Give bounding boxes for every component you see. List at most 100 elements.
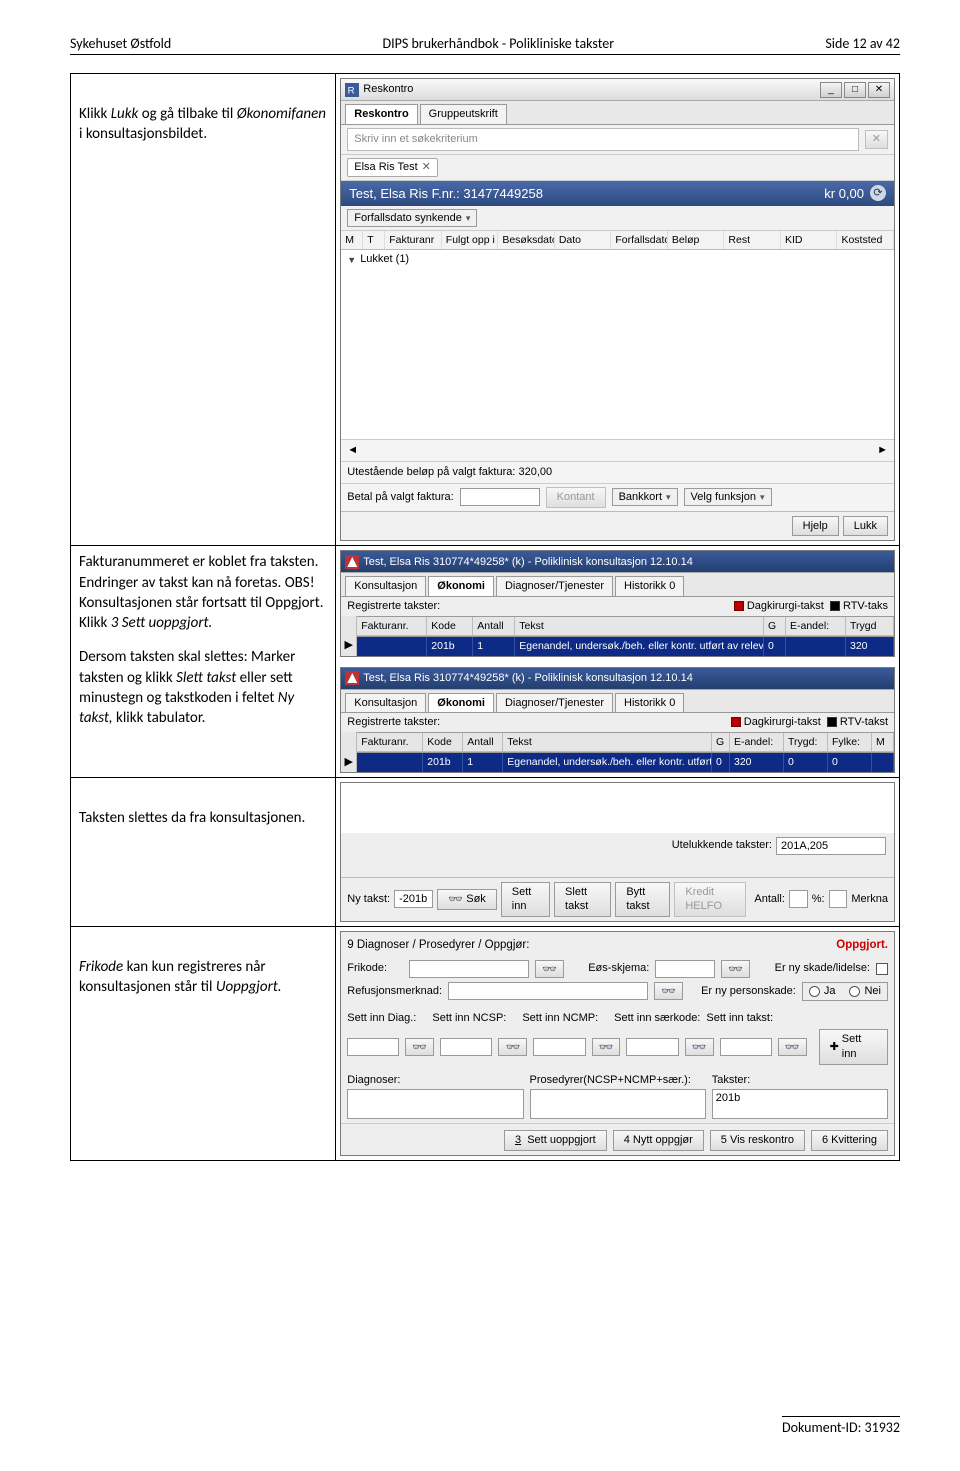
titlebar: Test, Elsa Ris 310774*49258* (k) - Polik… [341, 668, 894, 690]
grid-body [341, 269, 894, 439]
skade-checkbox[interactable] [876, 963, 888, 975]
ncmp-lookup-button[interactable]: 👓 [592, 1038, 621, 1056]
chip-close-icon[interactable]: ✕ [422, 160, 431, 175]
lukk-button[interactable]: Lukk [843, 516, 888, 537]
settinn-button[interactable]: ✚ Sett inn [819, 1029, 888, 1065]
col-antall: Antall [463, 733, 503, 752]
col-besoksdato: Besøksdato [498, 231, 555, 249]
nei-label: Nei [864, 984, 881, 999]
table-row[interactable]: 201b 1 Egenandel, undersøk./beh. eller k… [357, 636, 894, 655]
tab-diagnoser[interactable]: Diagnoser/Tjenester [496, 576, 613, 596]
row-selector-arrow[interactable]: ▶ [341, 752, 357, 771]
chevron-down-icon: ▾ [666, 491, 671, 503]
eos-input[interactable] [655, 960, 715, 978]
cell: 320 [730, 753, 784, 771]
tab-okonomi[interactable]: Økonomi [428, 576, 494, 596]
col-tekst: Tekst [515, 617, 764, 636]
diagnoser-list[interactable] [347, 1089, 523, 1119]
status-oppgjort: Oppgjort. [836, 938, 888, 954]
row-selector-arrow[interactable]: ▶ [341, 636, 357, 655]
vis-reskontro-button[interactable]: 5 Vis reskontro [710, 1130, 805, 1151]
settinn-button[interactable]: Sett inn [501, 882, 550, 918]
instr-cell-3: Taksten slettes da fra konsultasjonen. [71, 777, 336, 927]
velgfunksjon-dropdown[interactable]: Velg funksjon▾ [684, 488, 772, 506]
bankkort-dropdown[interactable]: Bankkort▾ [612, 488, 678, 506]
row-selector [341, 732, 357, 752]
refusjon-lookup-button[interactable]: 👓 [654, 982, 683, 1000]
maximize-button[interactable]: □ [844, 82, 866, 98]
frikode-input[interactable] [409, 960, 529, 978]
frikode-lookup-button[interactable]: 👓 [535, 960, 564, 978]
sok-button[interactable]: 👓Søk [437, 889, 497, 910]
kontant-button[interactable]: Kontant [546, 487, 606, 508]
pay-input[interactable] [460, 488, 540, 506]
app-icon [345, 555, 359, 569]
search-clear-button[interactable]: ✕ [865, 130, 888, 149]
takst-input[interactable] [720, 1038, 772, 1056]
pct-label: %: [812, 892, 825, 907]
table-row[interactable]: 201b 1 Egenandel, undersøk./beh. eller k… [357, 752, 894, 771]
takst-lookup-button[interactable]: 👓 [778, 1038, 807, 1056]
konsultasjon-window-2: Test, Elsa Ris 310774*49258* (k) - Polik… [340, 667, 895, 773]
col-fakturanr: Fakturanr. [357, 733, 423, 752]
nei-radio[interactable] [849, 986, 860, 997]
chevron-down-icon: ▾ [466, 212, 471, 224]
minimize-button[interactable]: _ [820, 82, 842, 98]
hjelp-button[interactable]: Hjelp [792, 516, 839, 537]
rtv-label: RTV-takst [840, 716, 888, 728]
kvittering-button[interactable]: 6 Kvittering [811, 1130, 888, 1151]
tab-gruppeutskrift[interactable]: Gruppeutskrift [420, 104, 507, 124]
bytt-takst-button[interactable]: Bytt takst [615, 882, 670, 918]
text-fragment: i konsultasjonsbildet. [79, 125, 207, 143]
ncsp-lookup-button[interactable]: 👓 [498, 1038, 527, 1056]
tab-okonomi[interactable]: Økonomi [428, 693, 494, 713]
tab-reskontro[interactable]: Reskontro [345, 104, 417, 124]
patient-band-left: Test, Elsa Ris F.nr.: 31477449258 [349, 185, 543, 203]
col-belop: Beløp [668, 231, 725, 249]
slett-takst-button[interactable]: Slett takst [554, 882, 611, 918]
instr-cell-4: Frikode kan kun registreres når konsulta… [71, 927, 336, 1161]
eos-lookup-button[interactable]: 👓 [721, 960, 750, 978]
tab-historikk[interactable]: Historikk 0 [615, 693, 684, 713]
refresh-icon[interactable]: ⟳ [870, 185, 886, 201]
tab-konsultasjon[interactable]: Konsultasjon [345, 693, 426, 713]
dagkirurgi-label: Dagkirurgi-takst [744, 716, 821, 728]
saer-input[interactable] [626, 1038, 678, 1056]
sort-dropdown[interactable]: Forfallsdato synkende ▾ [347, 209, 477, 227]
ncmp-input[interactable] [533, 1038, 585, 1056]
page-header: Sykehuset Østfold DIPS brukerhåndbok - P… [70, 35, 900, 55]
text-fragment: Klikk [79, 105, 111, 123]
ute-input[interactable]: 201A,205 [776, 837, 886, 855]
ncsp-input[interactable] [440, 1038, 492, 1056]
diag-lookup-button[interactable]: 👓 [405, 1038, 434, 1056]
cell: 0 [764, 637, 786, 655]
hdr-center: DIPS brukerhåndbok - Polikliniske takste… [382, 35, 614, 52]
pct-input[interactable] [829, 890, 848, 908]
tree-row-lukket[interactable]: ▼ Lukket (1) [341, 250, 894, 269]
ny-takst-input[interactable]: -201b [394, 890, 433, 908]
window-title: Reskontro [363, 82, 413, 97]
search-input[interactable]: Skriv inn et søkekriterium [347, 128, 859, 151]
antall-input[interactable] [789, 890, 808, 908]
tab-historikk[interactable]: Historikk 0 [615, 576, 684, 596]
row-selector [341, 616, 357, 636]
diag-input[interactable] [347, 1038, 399, 1056]
cell: 1 [473, 637, 515, 655]
pay-label: Betal på valgt faktura: [347, 490, 453, 505]
tab-diagnoser[interactable]: Diagnoser/Tjenester [496, 693, 613, 713]
cell: 201b [423, 753, 463, 771]
saer-lookup-button[interactable]: 👓 [685, 1038, 714, 1056]
screenshot-cell-3: Utelukkende takster: 201A,205 Ny takst: … [336, 777, 900, 927]
patient-chip[interactable]: Elsa Ris Test ✕ [347, 158, 438, 177]
outstanding-label: Utestående beløp på valgt faktura: 320,0… [347, 465, 552, 480]
close-button[interactable]: ✕ [868, 82, 890, 98]
kredit-helfo-button[interactable]: Kredit HELFO [674, 882, 746, 918]
ja-radio[interactable] [809, 986, 820, 997]
col-forfallsdato: Forfallsdato [611, 231, 668, 249]
prosedyrer-list[interactable] [530, 1089, 706, 1119]
sett-uoppgjort-button[interactable]: 3 3 Sett uoppgjortSett uoppgjort [504, 1130, 607, 1151]
refusjon-input[interactable] [448, 982, 648, 1000]
takster-list[interactable]: 201b [712, 1089, 888, 1119]
nytt-oppgjor-button[interactable]: 4 Nytt oppgjør [613, 1130, 704, 1151]
tab-konsultasjon[interactable]: Konsultasjon [345, 576, 426, 596]
